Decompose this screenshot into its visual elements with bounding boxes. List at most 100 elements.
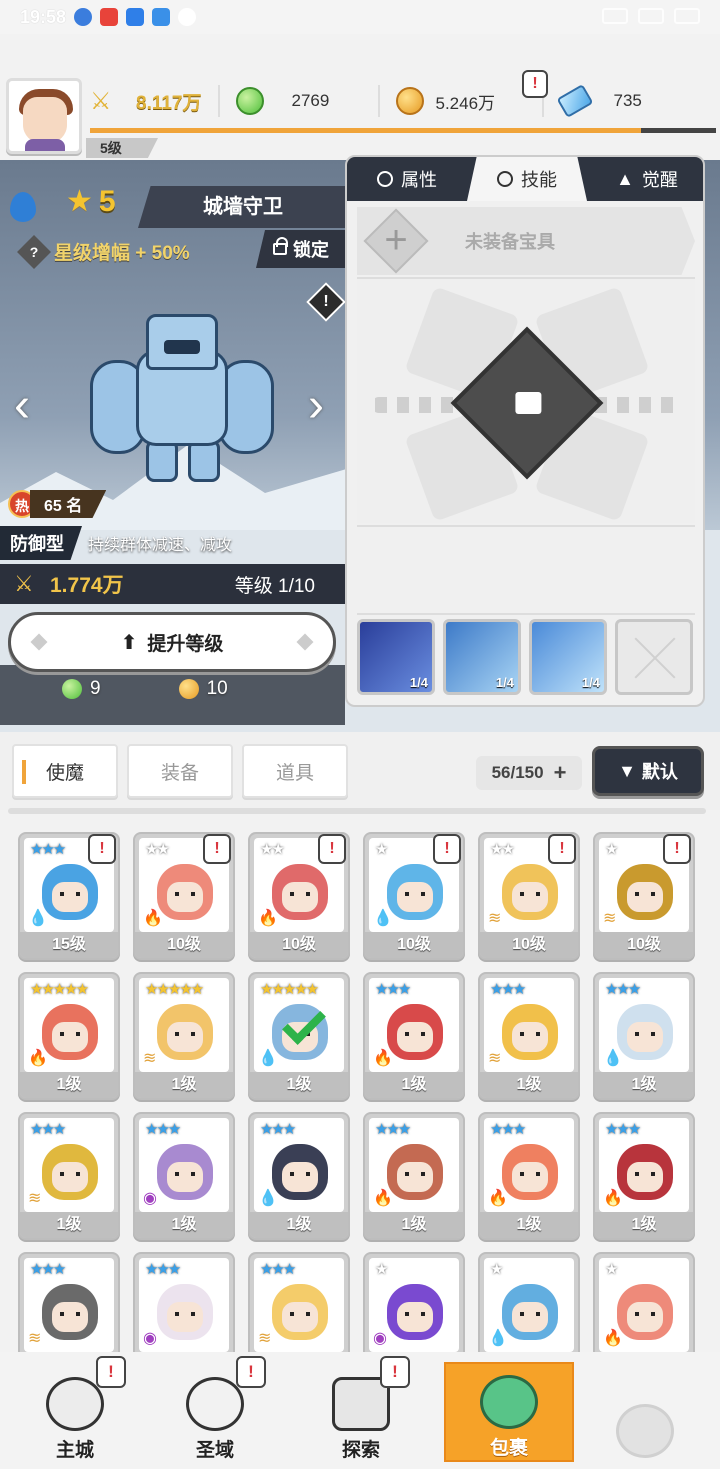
- hero-card-level: 1级: [135, 1072, 233, 1098]
- skill-card[interactable]: 1/4: [529, 619, 607, 695]
- hero-eyes: [520, 892, 540, 896]
- wind-element-icon: ≋: [603, 910, 617, 927]
- star-boost-text: 星级增幅 + 50%: [54, 243, 190, 264]
- hero-face: [282, 882, 318, 912]
- green-orb-resource[interactable]: 2769: [235, 78, 362, 124]
- gold-alert-badge[interactable]: !: [522, 70, 548, 98]
- hero-portrait: ★★★ 🔥: [599, 1118, 689, 1212]
- tab-skills[interactable]: 技能: [467, 157, 587, 201]
- tab-awaken[interactable]: ▲ 觉醒: [587, 157, 703, 201]
- hero-face: [282, 1162, 318, 1192]
- treasure-slot[interactable]: 未装备宝具: [357, 207, 695, 275]
- hero-card-level: 15级: [20, 932, 118, 958]
- tab-attributes[interactable]: 属性: [347, 157, 467, 201]
- hero-card-stars: ★: [375, 841, 389, 858]
- hero-face: [282, 1302, 318, 1332]
- skill-card[interactable]: 1/4: [443, 619, 521, 695]
- battery-icon: [674, 8, 700, 24]
- green-orb-icon: [62, 679, 82, 699]
- nav-bag[interactable]: 包裹: [444, 1362, 574, 1462]
- hero-card[interactable]: ★★★ 💧 1级: [593, 972, 695, 1100]
- hero-card-stars: ★★★★★: [30, 981, 89, 998]
- crystal-resource[interactable]: 735: [556, 78, 642, 124]
- star-boost[interactable]: ? 星级增幅 + 50%: [17, 234, 190, 269]
- hero-card[interactable]: ★★★ 🔥 1级: [593, 1112, 695, 1240]
- hero-eyes: [175, 1312, 195, 1316]
- hero-card[interactable]: ★★★ 🔥 1级: [363, 1112, 465, 1240]
- player-avatar[interactable]: [6, 78, 82, 154]
- hero-card[interactable]: ★★★★★ ≋ 1级: [133, 972, 235, 1100]
- hero-card-stars: ★: [605, 1261, 619, 1278]
- gold-resource[interactable]: 5.246万: [395, 78, 526, 124]
- hero-face: [52, 882, 88, 912]
- hero-card-level: 10级: [250, 932, 348, 958]
- hero-card[interactable]: ★★★ ≋ 1级: [18, 1112, 120, 1240]
- hero-type: 防御型: [0, 526, 82, 560]
- star-icon: ★: [66, 185, 93, 218]
- hero-eyes: [175, 1172, 195, 1176]
- nav-label: 探索: [341, 1440, 380, 1461]
- hero-face: [512, 1162, 548, 1192]
- hero-alert-badge: !: [203, 834, 231, 864]
- hero-card-level: 10级: [365, 932, 463, 958]
- skill-panel: 属性 技能 ▲觉醒 未装备宝具 1/4 1/4 1/4: [345, 155, 705, 707]
- lock-button[interactable]: 锁定: [256, 230, 346, 268]
- prev-hero-arrow[interactable]: ‹: [14, 382, 38, 430]
- total-power: 8.117万: [136, 92, 202, 114]
- nav-label: 包裹: [489, 1438, 528, 1459]
- hero-card-level: 10级: [480, 932, 578, 958]
- add-icon: [363, 208, 429, 274]
- hero-card[interactable]: ★★★★★ 🔥 1级: [18, 972, 120, 1100]
- app-notification-icon: [100, 8, 119, 26]
- hero-card[interactable]: ★★ ≋ 10级!: [478, 832, 580, 960]
- info-alert-icon[interactable]: !: [306, 282, 346, 322]
- hero-card[interactable]: ★★★ 💧 15级!: [18, 832, 120, 960]
- hero-portrait: ★★★ 🔥: [369, 978, 459, 1072]
- nav-alert-badge[interactable]: !: [236, 1356, 266, 1388]
- hero-card-stars: ★★★: [490, 981, 526, 998]
- fire-element-icon: 🔥: [373, 1050, 393, 1067]
- hero-card[interactable]: ★★★ 🔥 1级: [478, 1112, 580, 1240]
- hero-card[interactable]: ★★ 🔥 10级!: [248, 832, 350, 960]
- hero-face: [397, 1162, 433, 1192]
- skill-progress: 1/4: [495, 675, 514, 690]
- sort-button[interactable]: ▼ 默认: [592, 746, 704, 796]
- upgrade-level-button[interactable]: ⬆ 提升等级: [8, 612, 336, 672]
- nav-alert-badge[interactable]: !: [96, 1356, 126, 1388]
- hero-card[interactable]: ★★★ 💧 1级: [248, 1112, 350, 1240]
- hero-card-level: 10级: [595, 932, 693, 958]
- divider: [217, 85, 220, 117]
- help-icon[interactable]: ?: [17, 234, 51, 269]
- hero-card[interactable]: ★ 💧 10级!: [363, 832, 465, 960]
- hero-card[interactable]: ★★★ 🔥 1级: [363, 972, 465, 1100]
- hero-star-level: ★ 5: [66, 184, 116, 219]
- next-hero-arrow[interactable]: ›: [308, 382, 332, 430]
- inventory-tabs: 使魔 装备 道具 56/150 + ▼ 默认: [0, 732, 720, 810]
- hero-card[interactable]: ★★★ ◉ 1级: [133, 1112, 235, 1240]
- hero-card-stars: ★★★: [490, 1121, 526, 1138]
- hero-alert-badge: !: [318, 834, 346, 864]
- skill-card[interactable]: 1/4: [357, 619, 435, 695]
- hero-card[interactable]: ★ ≋ 10级!: [593, 832, 695, 960]
- hero-card[interactable]: ★★ 🔥 10级!: [133, 832, 235, 960]
- divider: [357, 613, 695, 615]
- plus-icon[interactable]: +: [554, 760, 567, 786]
- hero-card[interactable]: ★★★ ≋ 1级: [478, 972, 580, 1100]
- nav-alert-badge[interactable]: !: [380, 1356, 410, 1388]
- fire-element-icon: 🔥: [488, 1190, 508, 1207]
- tab-familiars[interactable]: 使魔: [12, 744, 118, 798]
- hero-eyes: [520, 1032, 540, 1036]
- attribute-icon: [377, 171, 393, 187]
- hero-face: [627, 1302, 663, 1332]
- water-element-icon: 💧: [488, 1330, 508, 1347]
- water-element-icon: 💧: [258, 1050, 278, 1067]
- hero-card-stars: ★★★: [260, 1261, 296, 1278]
- tab-items[interactable]: 道具: [242, 744, 348, 798]
- tab-equipment[interactable]: 装备: [127, 744, 233, 798]
- hero-card[interactable]: ★★★★★ 💧 1级: [248, 972, 350, 1100]
- hero-card-stars: ★★★: [30, 841, 66, 858]
- decor-diamond: [30, 633, 48, 651]
- hero-face: [397, 1022, 433, 1052]
- divider: [377, 85, 380, 117]
- capacity-counter[interactable]: 56/150 +: [476, 756, 582, 790]
